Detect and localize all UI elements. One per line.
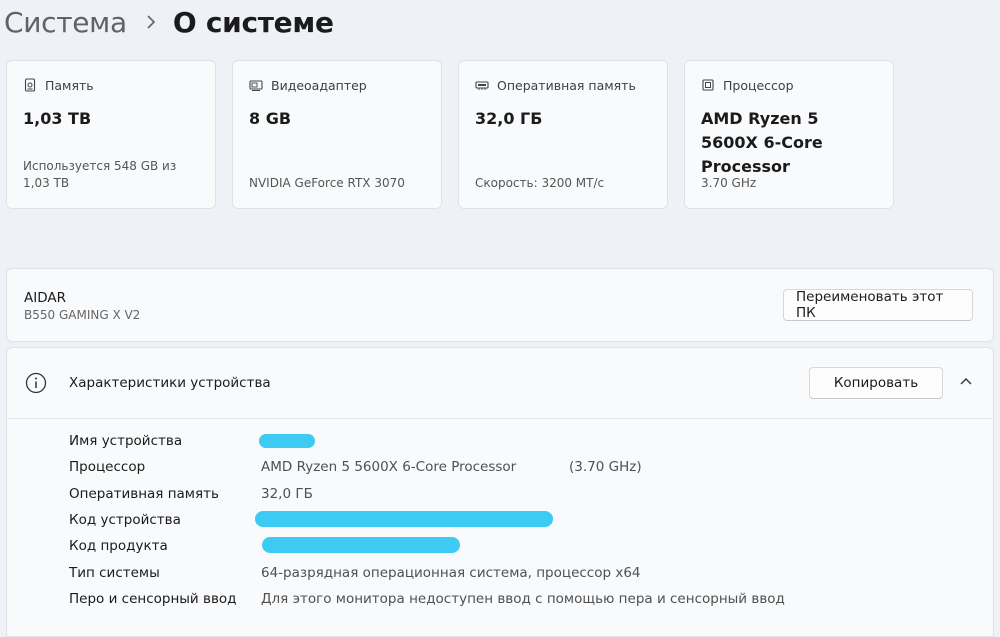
card-label: Видеоадаптер: [271, 77, 367, 93]
pc-name: AIDAR: [24, 290, 66, 306]
spec-value-extra: (3.70 GHz): [569, 459, 642, 476]
breadcrumb-parent[interactable]: Система: [4, 6, 127, 39]
card-label: Память: [45, 77, 94, 93]
gpu-icon: [249, 80, 263, 91]
spec-row-system-type: Тип системы 64-разрядная операционная си…: [69, 559, 785, 585]
card-sub: 3.70 GHz: [701, 176, 757, 190]
page-title: О системе: [172, 5, 334, 39]
chevron-up-icon[interactable]: [959, 376, 973, 386]
card-sub: Скорость: 3200 MT/c: [475, 176, 605, 190]
card-label: Процессор: [723, 77, 794, 93]
spec-label: Перо и сенсорный ввод: [69, 590, 237, 607]
spec-list: Имя устройства Процессор AMD Ryzen 5 560…: [69, 428, 785, 612]
cpu-icon: [702, 79, 714, 91]
device-specs-panel: Характеристики устройства Копировать Имя…: [6, 347, 994, 637]
card-value: 1,03 TB: [23, 109, 92, 128]
spec-label: Процессор: [69, 459, 146, 476]
info-icon: [25, 372, 47, 394]
card-sub: NVIDIA GeForce RTX 3070: [249, 176, 405, 190]
spec-value[interactable]: 64-разрядная операционная система, проце…: [261, 565, 641, 581]
device-specs-title: Характеристики устройства: [69, 375, 271, 391]
pc-model: B550 GAMING X V2: [24, 308, 141, 322]
storage-icon: [24, 78, 36, 92]
spec-row-product-id: Код продукта: [69, 533, 785, 559]
redaction-mark: [259, 434, 315, 448]
card-value: 32,0 ГБ: [475, 109, 543, 128]
card-sub: Используется 548 GB из 1,03 TB: [23, 159, 177, 190]
spec-label: Имя устройства: [69, 433, 183, 450]
storage-card: Память 1,03 TB Используется 548 GB из 1,…: [6, 60, 216, 209]
redaction-mark: [262, 537, 460, 554]
spec-value[interactable]: 32,0 ГБ: [261, 486, 313, 502]
card-value: 8 GB: [249, 109, 292, 128]
card-value: AMD Ryzen 5 5600X 6-Core Processor: [701, 109, 823, 176]
spec-label: Код устройства: [69, 512, 181, 529]
device-specs-header[interactable]: Характеристики устройства Копировать: [7, 348, 993, 419]
spec-row-device-name: Имя устройства: [69, 428, 785, 454]
breadcrumb: Система О системе: [4, 0, 334, 44]
spec-label: Код продукта: [69, 538, 168, 555]
copy-button[interactable]: Копировать: [809, 367, 943, 399]
redaction-mark: [255, 510, 553, 527]
chevron-right-icon: [145, 14, 157, 30]
spec-row-device-id: Код устройства: [69, 507, 785, 533]
spec-label: Оперативная память: [69, 485, 219, 502]
ram-icon: [475, 81, 489, 90]
spec-row-pen-touch: Перо и сенсорный ввод Для этого монитора…: [69, 586, 785, 612]
spec-row-processor: Процессор AMD Ryzen 5 5600X 6-Core Proce…: [69, 454, 785, 480]
card-label: Оперативная память: [497, 77, 636, 93]
rename-pc-button[interactable]: Переименовать этот ПК: [783, 289, 973, 321]
gpu-card: Видеоадаптер 8 GB NVIDIA GeForce RTX 307…: [232, 60, 442, 209]
spec-label: Тип системы: [69, 564, 160, 581]
spec-row-ram: Оперативная память 32,0 ГБ: [69, 481, 785, 507]
cpu-card: Процессор AMD Ryzen 5 5600X 6-Core Proce…: [684, 60, 894, 209]
ram-card: Оперативная память 32,0 ГБ Скорость: 320…: [458, 60, 668, 209]
spec-value[interactable]: AMD Ryzen 5 5600X 6-Core Processor: [261, 459, 516, 475]
spec-value[interactable]: Для этого монитора недоступен ввод с пом…: [261, 591, 785, 607]
pc-name-panel: AIDAR B550 GAMING X V2 Переименовать это…: [6, 268, 994, 342]
